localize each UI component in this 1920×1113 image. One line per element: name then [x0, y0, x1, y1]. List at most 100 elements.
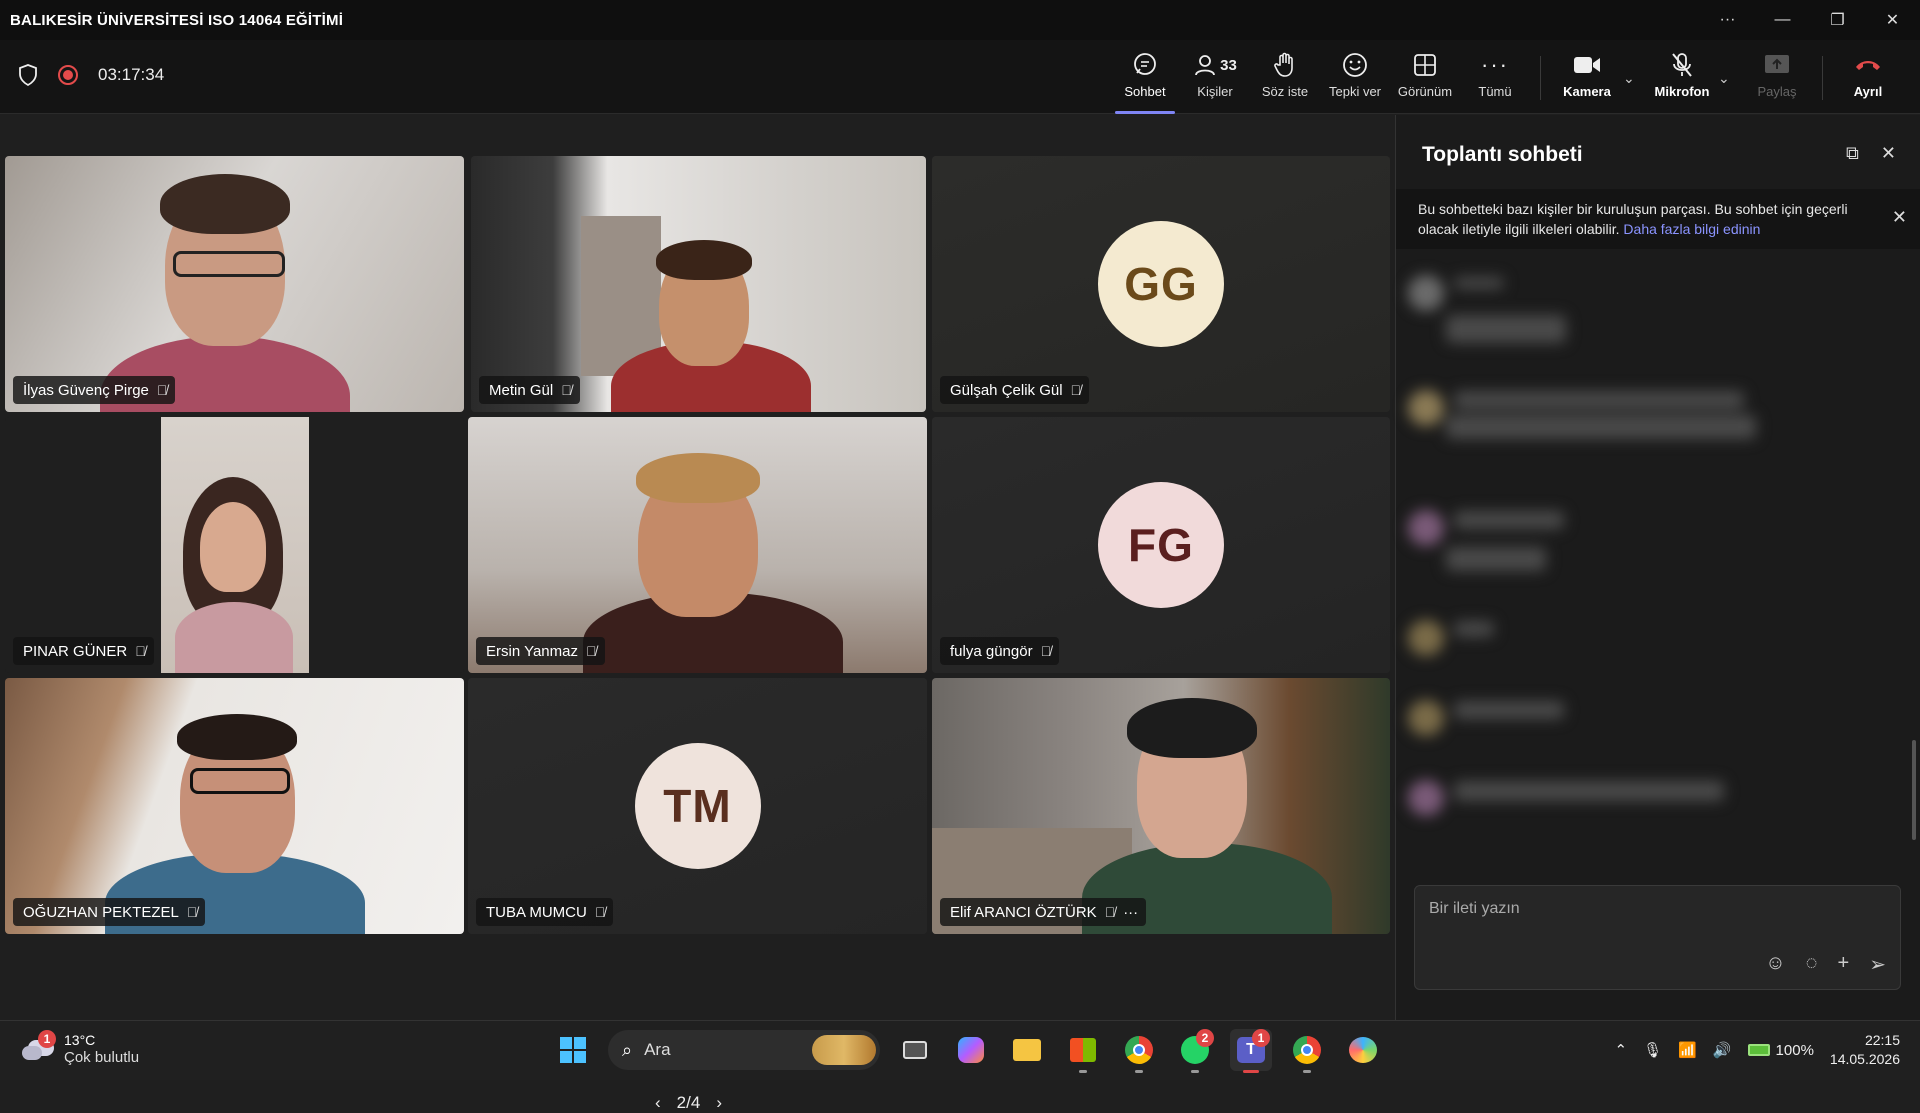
weather-widget[interactable]: 1 13°C Çok bulutlu — [20, 1030, 140, 1067]
mic-muted-icon: 🎙̸ — [156, 382, 168, 398]
previous-page-chevron-icon[interactable]: ‹ — [655, 1093, 661, 1113]
message-composer: ☺ ◌ + ➢ — [1414, 885, 1901, 990]
windows-icon — [560, 1037, 586, 1063]
chrome-icon — [1293, 1036, 1321, 1064]
participant-name: Elif ARANCI ÖZTÜRK — [950, 903, 1097, 921]
participant-tile[interactable]: OĞUZHAN PEKTEZEL 🎙̸ — [5, 678, 464, 934]
view-button[interactable]: Görünüm — [1393, 50, 1457, 106]
smiley-icon — [1342, 50, 1368, 80]
add-attachment-icon[interactable]: + — [1838, 952, 1850, 977]
camera-options-chevron-icon[interactable]: ⌄ — [1623, 70, 1635, 87]
participant-name: İlyas Güvenç Pirge — [23, 381, 149, 399]
microsoft-store-button[interactable] — [1062, 1029, 1104, 1073]
mic-muted-icon: 🎙̸ — [586, 643, 597, 659]
mic-muted-icon: 🎙̸ — [561, 382, 572, 398]
copilot-icon — [958, 1037, 984, 1063]
teams-button[interactable]: T 1 — [1230, 1029, 1272, 1073]
send-icon[interactable]: ➢ — [1869, 952, 1886, 977]
close-chat-icon[interactable]: ✕ — [1881, 143, 1896, 164]
wifi-icon[interactable]: 📶 — [1678, 1041, 1697, 1059]
chrome-profile-button[interactable] — [1286, 1029, 1328, 1073]
chat-button[interactable]: Sohbet — [1113, 50, 1177, 114]
mic-muted-icon: 🎙̸ — [1104, 904, 1116, 920]
avatar: GG — [1098, 221, 1224, 347]
avatar: TM — [634, 743, 761, 869]
share-icon — [1764, 50, 1790, 80]
grid-view-icon — [1413, 50, 1437, 80]
participant-tile[interactable]: FG fulya güngör 🎙̸ — [932, 417, 1390, 673]
pop-out-icon[interactable]: ⧉ — [1846, 143, 1859, 164]
close-button[interactable]: ✕ — [1865, 10, 1920, 30]
learn-more-link[interactable]: Daha fazla bilgi edinin — [1623, 221, 1760, 237]
system-tray: ⌃ 🎙 📶 🔊 100% 22:15 14.05.2026 — [1615, 1031, 1900, 1069]
participant-tile[interactable]: İlyas Güvenç Pirge 🎙̸ — [5, 156, 464, 412]
participant-tile[interactable]: PINAR GÜNER 🎙̸ — [5, 417, 464, 673]
start-button[interactable] — [552, 1029, 594, 1071]
show-hidden-icons-chevron-icon[interactable]: ⌃ — [1615, 1041, 1628, 1059]
share-button[interactable]: Paylaş — [1745, 50, 1809, 106]
minimize-button[interactable]: — — [1755, 11, 1810, 29]
chat-scrollbar[interactable] — [1912, 740, 1916, 840]
file-explorer-button[interactable] — [1006, 1029, 1048, 1071]
folder-icon — [1013, 1039, 1041, 1061]
participant-tile[interactable]: Metin Gül 🎙̸ — [471, 156, 926, 412]
mic-muted-icon: 🎙̸ — [186, 904, 198, 920]
participant-tile[interactable]: GG Gülşah Çelik Gül 🎙̸ — [932, 156, 1390, 412]
message-input[interactable] — [1429, 900, 1869, 918]
taskbar-search[interactable]: ⌕ Ara — [608, 1030, 880, 1070]
emoji-icon[interactable]: ☺ — [1765, 952, 1785, 977]
people-button[interactable]: 33 Kişiler — [1183, 50, 1247, 106]
shield-icon[interactable] — [18, 64, 38, 86]
store-icon — [1070, 1038, 1096, 1062]
hand-icon — [1273, 50, 1297, 80]
copilot-button[interactable] — [950, 1029, 992, 1071]
chat-policy-notice: Bu sohbetteki bazı kişiler bir kuruluşun… — [1396, 189, 1920, 249]
react-button[interactable]: Tepki ver — [1323, 50, 1387, 106]
more-options-icon[interactable]: ··· — [1700, 11, 1755, 29]
teams-badge: 1 — [1252, 1029, 1270, 1047]
weather-badge: 1 — [38, 1030, 56, 1048]
microphone-button[interactable]: Mikrofon — [1650, 50, 1714, 106]
participant-name: fulya güngör — [950, 642, 1033, 660]
mic-muted-icon: 🎙̸ — [135, 643, 146, 659]
participant-name: Ersin Yanmaz — [486, 642, 578, 660]
temperature: 13°C — [64, 1032, 96, 1048]
task-view-button[interactable] — [894, 1029, 936, 1071]
participant-name: PINAR GÜNER — [23, 642, 128, 660]
toolbar-divider — [1540, 56, 1541, 100]
whatsapp-badge: 2 — [1196, 1029, 1214, 1047]
participant-tile[interactable]: Elif ARANCI ÖZTÜRK 🎙̸ ··· — [932, 678, 1390, 934]
clock-time: 22:15 — [1864, 1032, 1900, 1048]
participant-more-button[interactable]: ··· — [1123, 904, 1138, 921]
paint-button[interactable] — [1342, 1029, 1384, 1071]
chrome-icon — [1125, 1036, 1153, 1064]
weather-condition: Çok bulutlu — [64, 1049, 140, 1066]
raise-hand-button[interactable]: Söz iste — [1253, 50, 1317, 106]
more-button[interactable]: ··· Tümü — [1463, 50, 1527, 106]
maximize-button[interactable]: ❐ — [1810, 10, 1865, 30]
gallery-pager: ‹ 2/4 › — [655, 1093, 722, 1113]
clock[interactable]: 22:15 14.05.2026 — [1830, 1031, 1900, 1069]
microphone-icon[interactable]: 🎙 — [1643, 1041, 1662, 1059]
participant-nametag: Metin Gül 🎙̸ — [479, 376, 580, 404]
participant-name: Metin Gül — [489, 381, 554, 399]
dismiss-notice-icon[interactable]: ✕ — [1892, 207, 1907, 227]
loop-icon[interactable]: ◌ — [1806, 952, 1818, 977]
participant-nametag: fulya güngör 🎙̸ — [940, 637, 1060, 665]
toolbar-divider-2 — [1822, 56, 1823, 100]
window-title: BALIKESİR ÜNİVERSİTESİ ISO 14064 EĞİTİMİ — [10, 11, 344, 29]
whatsapp-button[interactable]: 2 — [1174, 1029, 1216, 1073]
hang-up-icon — [1854, 50, 1882, 80]
volume-icon[interactable]: 🔊 — [1713, 1041, 1732, 1059]
battery-status[interactable]: 100% — [1747, 1042, 1814, 1059]
next-page-chevron-icon[interactable]: › — [716, 1093, 722, 1113]
recording-indicator-icon — [58, 65, 78, 85]
participant-name: OĞUZHAN PEKTEZEL — [23, 903, 179, 921]
participant-nametag: PINAR GÜNER 🎙̸ — [13, 637, 154, 665]
leave-button[interactable]: Ayrıl — [1836, 50, 1900, 106]
camera-button[interactable]: Kamera — [1555, 50, 1619, 106]
participant-tile[interactable]: TM TUBA MUMCU 🎙̸ — [468, 678, 927, 934]
chrome-button[interactable] — [1118, 1029, 1160, 1073]
mic-options-chevron-icon[interactable]: ⌄ — [1718, 70, 1730, 87]
participant-tile[interactable]: Ersin Yanmaz 🎙̸ — [468, 417, 927, 673]
